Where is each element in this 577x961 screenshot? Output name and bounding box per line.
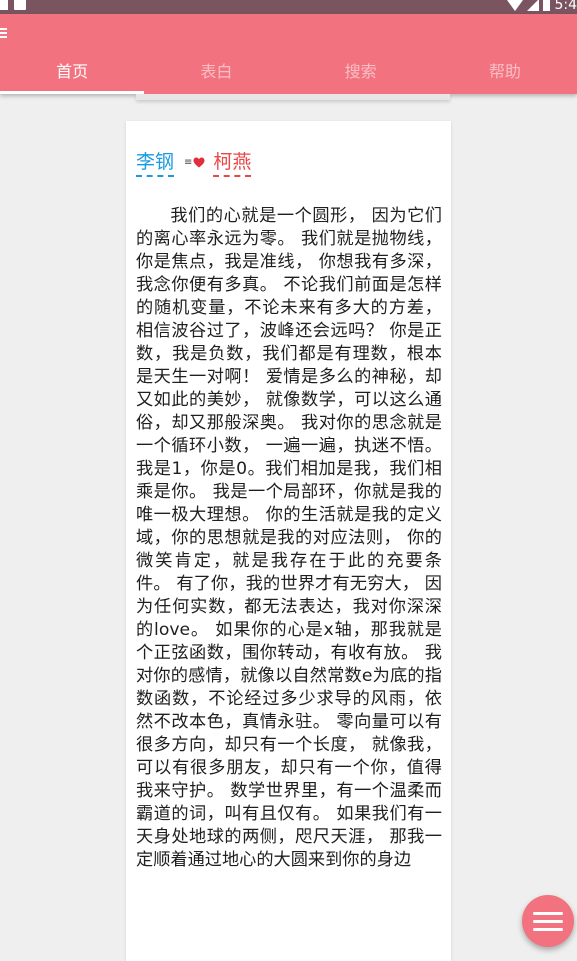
- receiver-name: 柯燕: [213, 147, 252, 177]
- app-notification-icon: [14, 0, 26, 10]
- tab-help[interactable]: 帮助: [433, 54, 577, 94]
- status-left: [0, 0, 26, 10]
- fab-menu-button[interactable]: [522, 895, 574, 947]
- tab-bar: 首页 表白 搜索 帮助: [0, 54, 577, 94]
- status-time: 5:4: [554, 0, 577, 13]
- confession-card[interactable]: 李钢 ≡ 柯燕 我们的心就是一个圆形， 因为它们的离心率永远为零。 我们就是抛物…: [126, 121, 451, 961]
- menu-icon[interactable]: [0, 28, 10, 40]
- tab-search[interactable]: 搜索: [289, 54, 433, 94]
- card-names: 李钢 ≡ 柯燕: [136, 147, 252, 177]
- sender-name: 李钢: [136, 147, 175, 177]
- battery-icon: [543, 0, 551, 11]
- tab-home[interactable]: 首页: [0, 54, 145, 94]
- tab-confess[interactable]: 表白: [144, 54, 288, 94]
- status-right: 5:4: [507, 0, 577, 13]
- previous-card-edge: [136, 94, 450, 100]
- main-content[interactable]: 李钢 ≡ 柯燕 我们的心就是一个圆形， 因为它们的离心率永远为零。 我们就是抛物…: [0, 94, 577, 961]
- app-bar: 首页 表白 搜索 帮助: [0, 14, 577, 94]
- status-bar: 5:4: [0, 0, 577, 14]
- heart-icon: ≡: [184, 157, 205, 168]
- signal-icon: [527, 0, 540, 11]
- notification-icon: [0, 0, 8, 10]
- wifi-icon: [507, 0, 524, 11]
- confession-text: 我们的心就是一个圆形， 因为它们的离心率永远为零。 我们就是抛物线，你是焦点，我…: [136, 206, 442, 870]
